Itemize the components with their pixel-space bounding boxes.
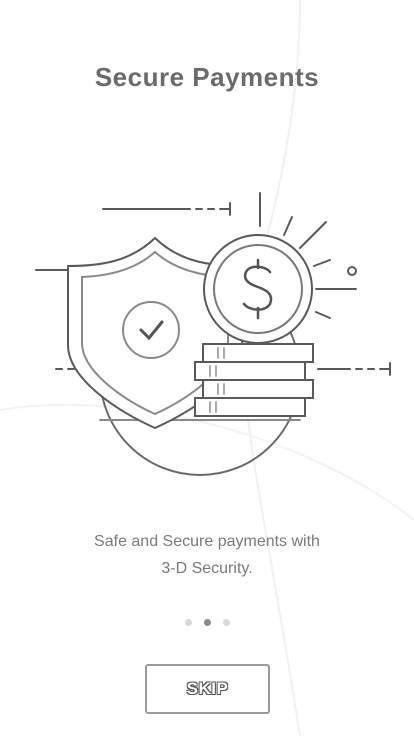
- dash-line-top-left: [102, 202, 231, 216]
- page-indicator: [0, 619, 414, 626]
- skip-button[interactable]: SKIP: [145, 664, 270, 714]
- page-dot-2[interactable]: [203, 619, 211, 626]
- dollar-coin-icon: [203, 234, 313, 344]
- page-dot-1[interactable]: [184, 619, 192, 626]
- page-title: Secure Payments: [94, 62, 320, 92]
- description-line-2: 3-D Security.: [161, 560, 253, 577]
- description-line-1: Safe and Secure payments with: [94, 533, 320, 550]
- coin-stack-icon: [194, 343, 314, 417]
- dash-line-right: [317, 362, 391, 376]
- description-text: Safe and Secure payments with 3-D Securi…: [40, 528, 374, 582]
- secure-payment-illustration: [35, 192, 391, 476]
- page-dot-3[interactable]: [222, 619, 230, 626]
- onboarding-screen: Secure Payments Safe and Secure payments…: [0, 0, 414, 736]
